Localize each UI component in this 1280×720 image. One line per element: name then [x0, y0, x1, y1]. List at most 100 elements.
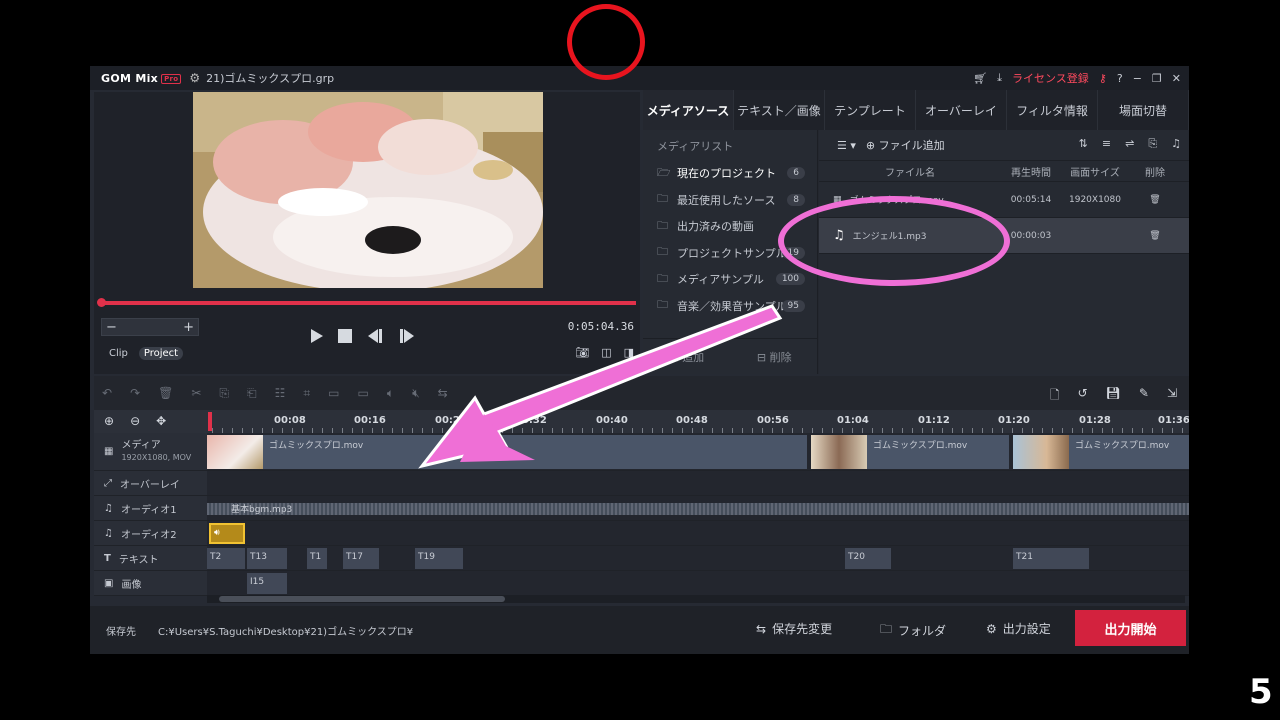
timeline-zoom-out-icon[interactable]: ⊖ [130, 414, 140, 428]
zoom-out-button[interactable]: − [106, 320, 117, 335]
library-item-current-project[interactable]: 🗁 現在のプロジェクト 6 [643, 160, 817, 187]
text-clip[interactable]: T2 [207, 548, 245, 569]
tab-filter[interactable]: フィルタ情報 [1007, 90, 1098, 130]
close-button[interactable]: ✕ [1172, 72, 1181, 85]
export-project-icon[interactable]: ⇲ [1167, 386, 1177, 407]
track-lane-text[interactable]: T2 T13 T1 T17 T19 T20 T21 [207, 546, 1189, 571]
library-item-media-samples[interactable]: 🗀 メディアサンプル 100 [643, 266, 817, 293]
media-clip[interactable]: ゴムミックスプロ.mov [207, 435, 807, 469]
track-lane-image[interactable]: I15 [207, 571, 1189, 596]
stop-icon[interactable] [338, 329, 352, 343]
track-lane-overlay[interactable] [207, 471, 1189, 496]
audio2-clip[interactable]: 🔊︎ [209, 523, 245, 544]
media-clip[interactable]: ゴムミックスプロ.mov [811, 435, 1009, 469]
key-icon: ⚷ [1098, 71, 1107, 85]
play-icon[interactable] [310, 328, 324, 344]
download-icon[interactable]: ⤓ [997, 71, 1002, 85]
add-file-button[interactable]: ⊕ ファイル追加 [866, 137, 945, 153]
text-clip[interactable]: T13 [247, 548, 287, 569]
tab-overlay[interactable]: オーバーレイ [916, 90, 1007, 130]
audio-waveform[interactable] [207, 503, 1189, 515]
tab-media-source[interactable]: メディアソース [643, 90, 734, 130]
scrollbar-thumb[interactable] [219, 596, 505, 602]
prev-frame-icon[interactable] [366, 328, 384, 344]
split-side-icon[interactable]: ◨ [624, 346, 634, 359]
next-frame-icon[interactable] [398, 328, 416, 344]
media-clip[interactable]: ゴムミックスプロ.mov [1013, 435, 1189, 469]
timeline-scrubber[interactable] [97, 298, 636, 307]
adjust-icon[interactable]: ☷ [275, 386, 286, 400]
crop-icon[interactable]: ⌗ [303, 386, 310, 401]
split-vertical-icon[interactable]: ◫ [601, 346, 611, 359]
open-project-icon[interactable]: ↺ [1078, 386, 1088, 407]
copy-icon[interactable]: ⎘ [219, 386, 229, 401]
fit-icon[interactable]: ✥ [156, 414, 166, 428]
library-delete-button[interactable]: ⊟ 削除 [757, 349, 792, 365]
scrubber-knob[interactable] [97, 298, 106, 307]
tab-template[interactable]: テンプレート [825, 90, 916, 130]
timeline-toolbar: ↶ ↷ 🗑︎ ✂ ⎘ ⎗ ☷ ⌗ ▭ ▭ 🔈︎ 🔇︎ ⇆ [94, 376, 1189, 410]
timeline-zoom-in-icon[interactable]: ⊕ [104, 414, 114, 428]
sort-list-icon[interactable]: ≡ [1102, 137, 1111, 151]
tab-text-image[interactable]: テキスト／画像 [734, 90, 825, 130]
restore-button[interactable]: ❐ [1152, 72, 1162, 85]
transition-icon[interactable]: ⇌ [1125, 137, 1134, 151]
header-size[interactable]: 画面サイズ [1061, 164, 1129, 179]
output-settings-button[interactable]: ⚙ 出力設定 [986, 620, 1051, 637]
preview-zoom-control[interactable]: − + [101, 318, 199, 336]
trash-icon[interactable]: 🗑︎ [1129, 231, 1181, 241]
license-link[interactable]: ライセンス登録 [1012, 70, 1089, 86]
track-lane-audio2[interactable]: 🔊︎ [207, 521, 1189, 546]
volume-icon[interactable]: 🔈︎ [387, 386, 394, 401]
header-file-name[interactable]: ファイル名 [819, 164, 1001, 179]
frame-icon[interactable]: ▭ [328, 386, 339, 400]
start-output-button[interactable]: 出力開始 [1075, 610, 1186, 646]
new-project-icon[interactable]: 🗋 [1050, 386, 1060, 407]
cut-icon[interactable]: ✂ [191, 386, 201, 400]
library-item-music-samples[interactable]: 🗀 音楽／効果音サンプル 95 [643, 293, 817, 320]
minimize-button[interactable]: − [1133, 72, 1142, 85]
library-item-recent[interactable]: 🗀 最近使用したソース 8 [643, 187, 817, 214]
aspect-icon[interactable]: ▭ [358, 386, 369, 400]
timeline-scrollbar[interactable] [207, 595, 1185, 603]
edit-project-icon[interactable]: ✎ [1139, 386, 1149, 407]
menu-icon[interactable]: ☰ ▾ [837, 139, 856, 152]
track-lane-audio1[interactable]: 基本bgm.mp3 [207, 496, 1189, 521]
music-note-icon[interactable]: ♫ [1171, 137, 1181, 151]
image-clip[interactable]: I15 [247, 573, 287, 594]
folder-open-icon: 🗁 [657, 165, 671, 179]
header-duration[interactable]: 再生時間 [1001, 164, 1061, 179]
ruler-label: 00:32 [515, 415, 547, 426]
trash-icon[interactable]: 🗑︎ [1129, 195, 1181, 205]
tab-transition[interactable]: 場面切替 [1098, 90, 1189, 130]
preview-panel: − + 0:05:04.36 Clip Project 📷︎ ◫ ◨ [94, 92, 640, 374]
clip-mode-tab[interactable]: Clip [104, 347, 133, 360]
undo-icon[interactable]: ↶ [102, 386, 112, 400]
change-destination-button[interactable]: ⇆ 保存先変更 [756, 620, 832, 637]
help-button[interactable]: ? [1117, 72, 1123, 85]
zoom-in-button[interactable]: + [183, 320, 194, 335]
camera-icon[interactable]: 📷︎ [575, 346, 589, 359]
delete-icon[interactable]: 🗑︎ [158, 386, 173, 400]
cart-icon[interactable]: 🛒︎ [973, 72, 987, 85]
sort-up-icon[interactable]: ⇅ [1079, 137, 1088, 151]
text-clip[interactable]: T17 [343, 548, 379, 569]
gear-icon[interactable]: ⚙ [189, 71, 200, 85]
library-add-button[interactable]: ⊞ 追加 [669, 349, 704, 365]
save-project-icon[interactable]: 💾︎ [1106, 386, 1121, 407]
mute-icon[interactable]: 🔇︎ [412, 386, 420, 401]
track-lane-media[interactable]: ゴムミックスプロ.mov ゴムミックスプロ.mov ゴムミックスプロ.mov [207, 433, 1189, 471]
text-clip[interactable]: T19 [415, 548, 463, 569]
speed-icon[interactable]: ⇆ [438, 386, 448, 400]
text-clip[interactable]: T1 [307, 548, 327, 569]
ruler-label: 00:08 [274, 415, 306, 426]
timeline-ruler[interactable]: ⊕ ⊖ ✥ 00:08 00:16 00:24 00:32 00:40 00:4… [94, 410, 1189, 433]
text-clip[interactable]: T20 [845, 548, 891, 569]
folder-icon: 🗀 [657, 298, 668, 312]
open-folder-button[interactable]: 🗀 フォルダ [880, 620, 946, 641]
redo-icon[interactable]: ↷ [130, 386, 140, 400]
replace-icon[interactable]: ⎘ [1148, 137, 1157, 151]
text-clip[interactable]: T21 [1013, 548, 1089, 569]
paste-icon[interactable]: ⎗ [247, 386, 257, 401]
project-mode-tab[interactable]: Project [138, 347, 184, 360]
